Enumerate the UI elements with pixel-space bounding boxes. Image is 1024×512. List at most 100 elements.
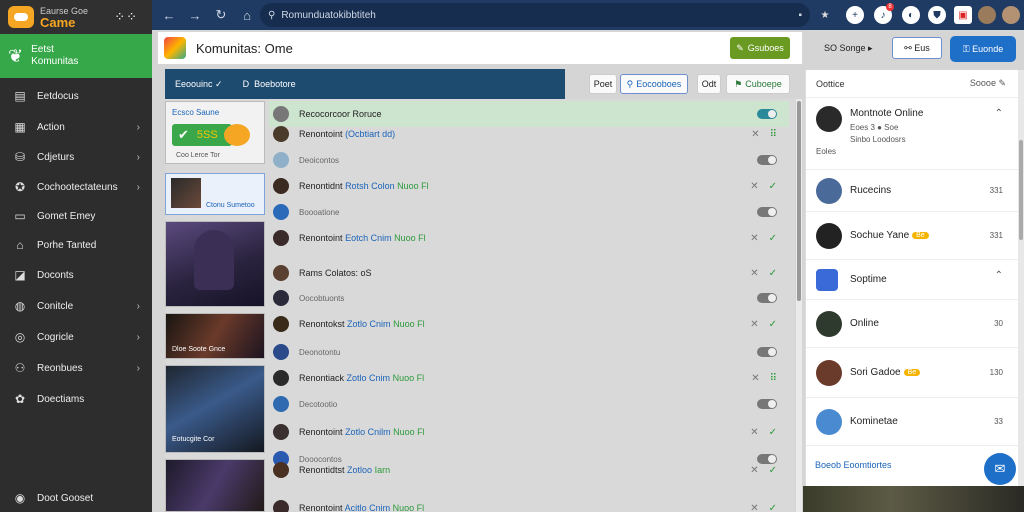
- avatar[interactable]: [273, 500, 289, 512]
- filter-odt[interactable]: Odt: [697, 74, 721, 94]
- avatar[interactable]: [273, 265, 289, 281]
- panel-scrollbar[interactable]: [1018, 70, 1024, 486]
- sidebar-item-5[interactable]: ⌂ Porhe Tanted: [0, 233, 152, 257]
- primary-action-button[interactable]: ⚿ Euonde: [950, 36, 1016, 62]
- search-bar[interactable]: ⚲ Romunduatokibbtiteh ▪: [260, 3, 810, 27]
- feed-row[interactable]: Renontoint Acitlo Cnim Nuoo Fl ✕ ✓: [269, 495, 789, 512]
- hero-image[interactable]: [165, 221, 265, 307]
- feed-row[interactable]: Deonotontu: [269, 339, 789, 365]
- toggle-switch[interactable]: [757, 109, 777, 119]
- chat-bubble-icon[interactable]: ✉: [984, 453, 1016, 485]
- avatar[interactable]: [273, 316, 289, 332]
- toggle-switch[interactable]: [757, 399, 777, 409]
- filter-category[interactable]: ⚲ Eocooboes: [620, 74, 688, 94]
- feed-row[interactable]: Deoicontos: [269, 147, 789, 173]
- feed-row[interactable]: Renontokst Zotlo Cnim Nuoo Fl ✕ ✓: [269, 311, 789, 337]
- online-item[interactable]: Online 30: [806, 300, 1019, 348]
- see-all-link[interactable]: Boeob Eoomtiortes: [815, 460, 892, 470]
- forward-icon[interactable]: →: [184, 8, 206, 23]
- sidebar-item-7[interactable]: ◍ Conitcle ›: [0, 294, 152, 318]
- toggle-switch[interactable]: [757, 293, 777, 303]
- check-icon[interactable]: ✓: [769, 319, 777, 330]
- check-icon[interactable]: ✓: [769, 268, 777, 279]
- sidebar-footer[interactable]: ◉ Doot Gooset: [0, 486, 152, 510]
- avatar[interactable]: [273, 230, 289, 246]
- feed-scrollbar[interactable]: [796, 99, 802, 512]
- tools-button[interactable]: ⚯ Eus: [892, 37, 942, 59]
- close-icon[interactable]: ✕: [750, 503, 758, 512]
- avatar[interactable]: [273, 344, 289, 360]
- avatar[interactable]: [273, 290, 289, 306]
- toggle-switch[interactable]: [757, 155, 777, 165]
- tab-second[interactable]: D Boebotore: [233, 79, 306, 89]
- check-icon[interactable]: ✓: [769, 181, 777, 192]
- avatar[interactable]: [273, 204, 289, 220]
- sidebar-item-9[interactable]: ⚇ Reonbues ›: [0, 356, 152, 380]
- gallery-image[interactable]: [165, 459, 265, 512]
- drag-handle-icon[interactable]: ⠿: [770, 373, 777, 384]
- sidebar-item-3[interactable]: ✪ Cochootectateuns ›: [0, 175, 152, 199]
- filter-post[interactable]: Poet: [589, 74, 617, 94]
- feed-row[interactable]: Decotootio: [269, 391, 789, 417]
- online-item[interactable]: Soptime ⌃: [806, 260, 1019, 300]
- sidebar-item-10[interactable]: ✿ Doectiams: [0, 387, 152, 411]
- sidebar-feature-komunitas[interactable]: ❦ Eetst Komunitas: [0, 34, 152, 78]
- sidebar-item-8[interactable]: ◎ Cogricle ›: [0, 325, 152, 349]
- toggle-switch[interactable]: [757, 207, 777, 217]
- search-input[interactable]: Romunduatokibbtiteh: [281, 10, 376, 21]
- feature-card[interactable]: Ecsco Saune ✔ 5SS Coo Lerce Tor: [165, 101, 265, 164]
- toggle-switch[interactable]: [757, 347, 777, 357]
- inbox-icon[interactable]: ▣: [954, 6, 972, 24]
- bookmark-add-icon[interactable]: ▪: [798, 10, 802, 21]
- tab-active[interactable]: Eeoouinc ✓: [165, 79, 233, 90]
- feed-row[interactable]: Renontiack Zotlo Cnim Nuoo Fl ✕ ⠿: [269, 365, 789, 391]
- check-icon[interactable]: ✓: [769, 233, 777, 244]
- online-item[interactable]: Sori Gadoe Be 130: [806, 348, 1019, 398]
- online-panel-more[interactable]: Soooe ✎: [970, 78, 1006, 89]
- feed-row[interactable]: Renontidnt Rotsh Colon Nuoo Fl ✕ ✓: [269, 173, 789, 199]
- star-icon[interactable]: ★: [816, 6, 834, 24]
- check-icon[interactable]: ✓: [769, 427, 777, 438]
- avatar[interactable]: [273, 370, 289, 386]
- home-icon[interactable]: ⌂: [236, 8, 258, 23]
- refresh-icon[interactable]: ↻: [210, 7, 232, 23]
- close-icon[interactable]: ✕: [751, 129, 759, 140]
- avatar[interactable]: [273, 152, 289, 168]
- online-item[interactable]: Kominetae 33: [806, 398, 1019, 446]
- check-icon[interactable]: ✓: [769, 465, 777, 476]
- live-stream-strip[interactable]: [803, 486, 1024, 512]
- sidebar-item-4[interactable]: ▭ Gomet Emey: [0, 204, 152, 228]
- drag-handle-icon[interactable]: ⠿: [770, 129, 777, 140]
- close-icon[interactable]: ✕: [751, 373, 759, 384]
- check-icon[interactable]: ✓: [769, 503, 777, 512]
- close-icon[interactable]: ✕: [750, 465, 758, 476]
- raid-image[interactable]: Eotucgite Cor: [165, 365, 265, 453]
- close-icon[interactable]: ✕: [750, 319, 758, 330]
- avatar[interactable]: [273, 178, 289, 194]
- back-icon[interactable]: ←: [158, 8, 180, 23]
- feed-row[interactable]: Renontoint (Ocbtiart dd) ✕ ⠿: [269, 121, 789, 147]
- add-icon[interactable]: +: [846, 6, 864, 24]
- apps-grid-icon[interactable]: ⁘⁘: [114, 9, 138, 25]
- filter-tag[interactable]: ⚑ Cuboepe: [726, 74, 790, 94]
- avatar[interactable]: [273, 424, 289, 440]
- avatar[interactable]: [273, 396, 289, 412]
- avatar[interactable]: [273, 106, 289, 122]
- feed-row[interactable]: Renontoint Zotlo Cnilm Nuoo Fl ✕ ✓: [269, 419, 789, 445]
- feed-row[interactable]: Renontidtst Zotloo Iarn ✕ ✓: [269, 457, 789, 483]
- avatar[interactable]: [273, 462, 289, 478]
- feed-row[interactable]: Oocobtuonts: [269, 285, 789, 311]
- chevron-up-icon[interactable]: ⌃: [995, 270, 1003, 281]
- sidebar-item-0[interactable]: ▤ Eetdocus: [0, 84, 152, 108]
- sidebar-item-2[interactable]: ⛁ Cdjeturs ›: [0, 145, 152, 169]
- video-card[interactable]: Dloe Soote Gnce: [165, 313, 265, 359]
- online-item[interactable]: Montnote Online Eoes 3 ● Soe Sinbo Loodosr…: [806, 98, 1019, 170]
- sidebar-item-6[interactable]: ◪ Doconts: [0, 263, 152, 287]
- profile-avatar[interactable]: [1002, 6, 1020, 24]
- online-item[interactable]: Rucecins 331: [806, 170, 1019, 212]
- shield-icon[interactable]: ⛊: [928, 6, 946, 24]
- game-card[interactable]: Ctonu Sumetoo: [165, 173, 265, 215]
- chevron-up-icon[interactable]: ⌃: [995, 108, 1003, 119]
- member-count[interactable]: SO Songe ▸: [824, 43, 873, 54]
- brand[interactable]: Eaurse Goe Came ⁘⁘: [0, 0, 152, 34]
